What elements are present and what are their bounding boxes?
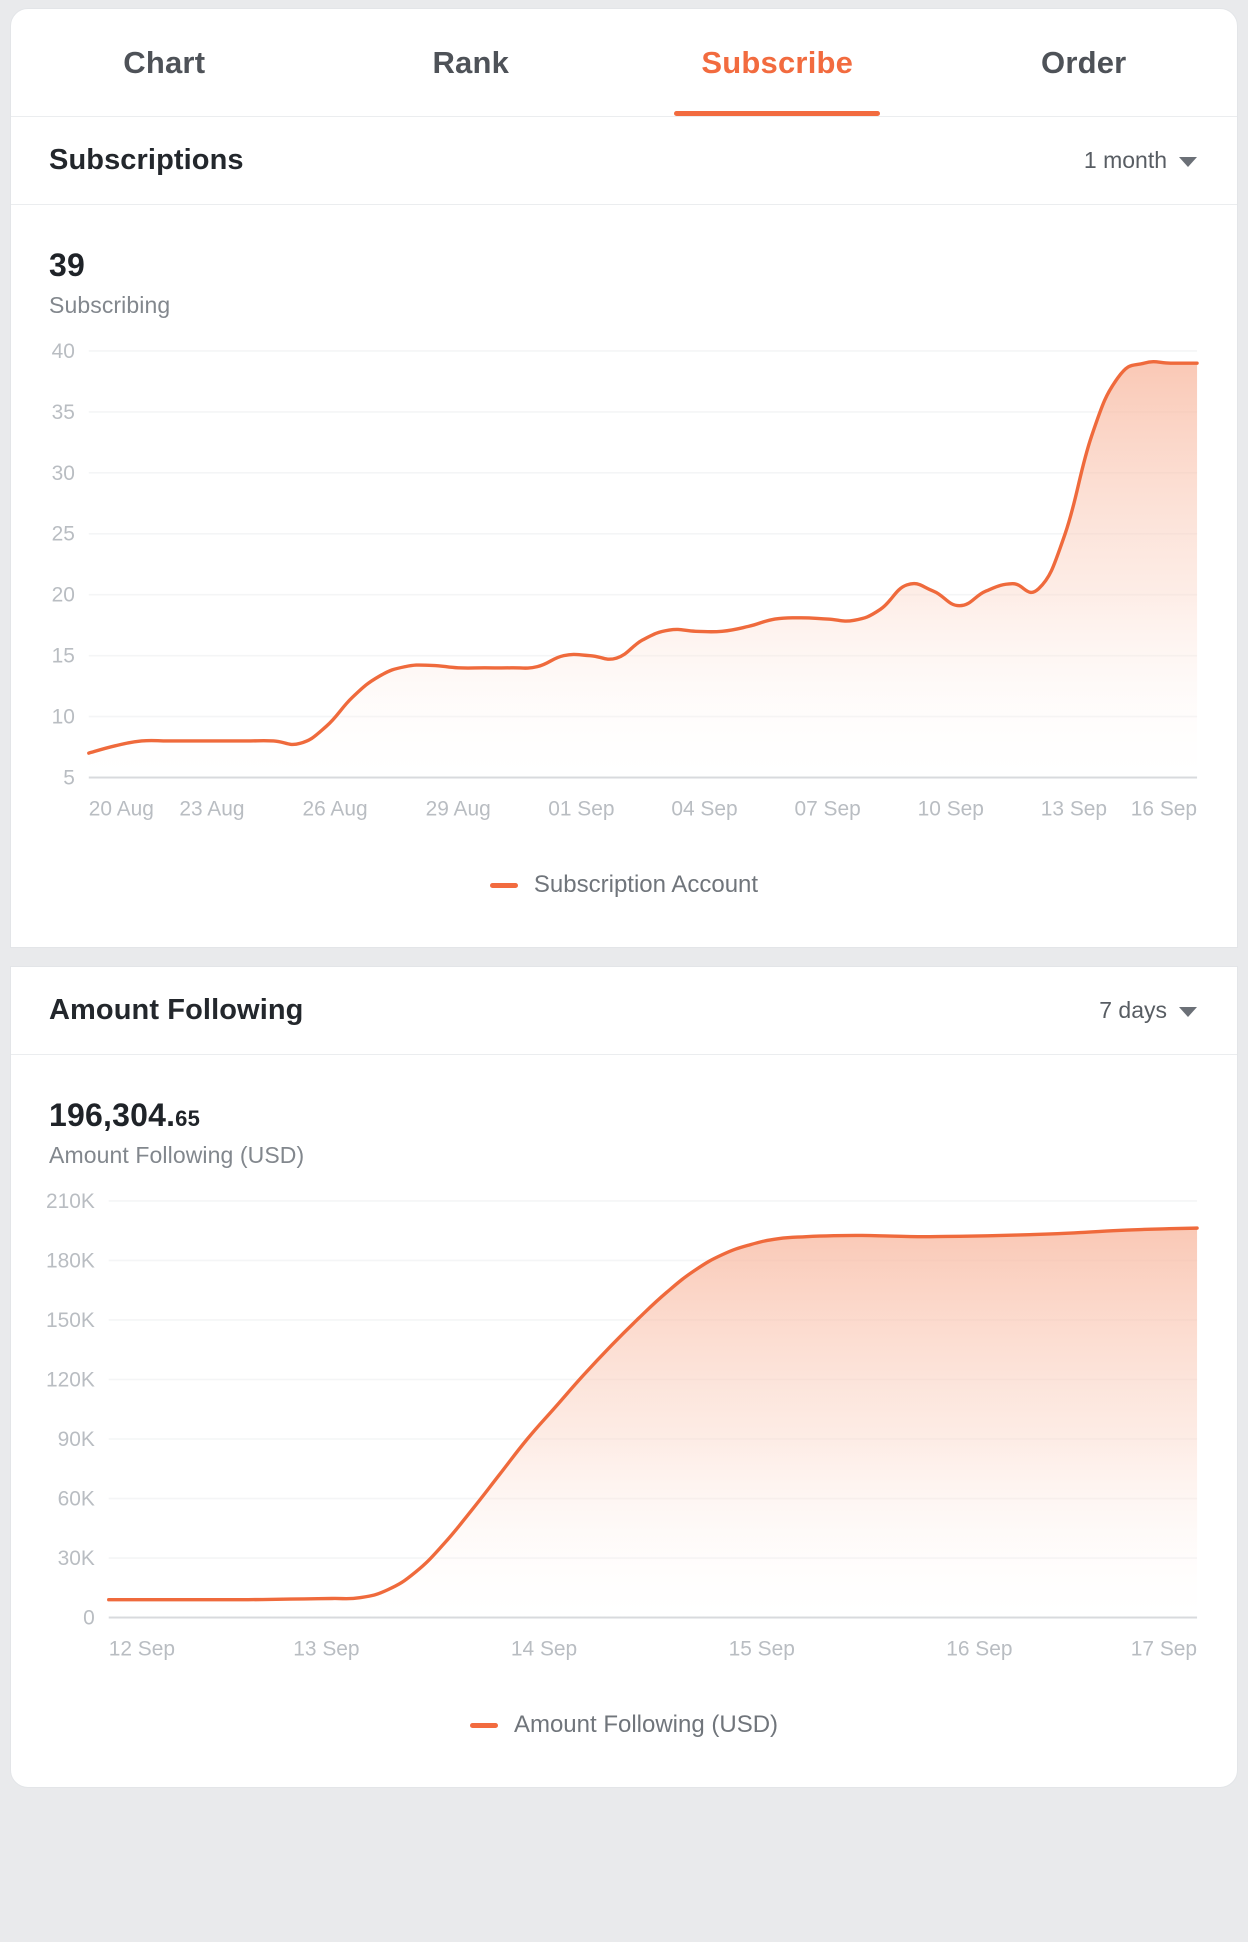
amount-following-stat-label: Amount Following (USD) [49, 1141, 305, 1168]
svg-text:16 Sep: 16 Sep [946, 1637, 1012, 1660]
amount-following-range-label: 7 days [1099, 997, 1167, 1024]
svg-text:10: 10 [52, 705, 75, 728]
amount-following-range-selector[interactable]: 7 days [1099, 997, 1197, 1024]
subscriptions-chart-svg: 5 10 15 20 25 30 35 40 20 Aug 23 Aug 26 Aug 29 Aug 0… [52, 340, 1199, 820]
legend-line-icon [469, 1722, 498, 1728]
svg-text:13 Sep: 13 Sep [293, 1637, 359, 1660]
tab-subscribe[interactable]: Subscribe [624, 9, 931, 116]
chevron-down-icon [1179, 157, 1197, 167]
amount-following-legend[interactable]: Amount Following (USD) [11, 1677, 1237, 1787]
tab-rank-label: Rank [432, 44, 510, 80]
svg-text:20 Aug: 20 Aug [89, 797, 154, 820]
svg-text:23 Aug: 23 Aug [179, 797, 244, 820]
tab-chart[interactable]: Chart [11, 9, 318, 116]
legend-line-icon [489, 882, 518, 888]
subscriptions-stat-number: 39 [49, 247, 85, 283]
amount-following-title: Amount Following [49, 994, 304, 1027]
svg-text:17 Sep: 17 Sep [1131, 1637, 1197, 1660]
amount-following-stat-value: 196,304.65 [49, 1097, 1237, 1134]
svg-text:26 Aug: 26 Aug [303, 797, 368, 820]
subscribe-page: Chart Rank Subscribe Order Subscriptions… [0, 8, 1248, 1942]
subscriptions-stat-value: 39 [49, 247, 1237, 284]
amount-following-card: Amount Following 7 days 196,304.65 Amoun… [10, 966, 1238, 1789]
amount-following-stat-number: 196,304. [49, 1097, 176, 1134]
svg-text:120K: 120K [46, 1368, 95, 1391]
subscriptions-card: Chart Rank Subscribe Order Subscriptions… [10, 8, 1238, 949]
amount-following-stat: 196,304.65 Amount Following (USD) [11, 1055, 1237, 1175]
amount-following-header: Amount Following 7 days [11, 967, 1237, 1056]
svg-text:12 Sep: 12 Sep [109, 1637, 175, 1660]
svg-text:90K: 90K [58, 1428, 95, 1451]
svg-text:0: 0 [83, 1606, 95, 1629]
svg-text:15 Sep: 15 Sep [729, 1637, 795, 1660]
amount-following-legend-label: Amount Following (USD) [513, 1711, 779, 1739]
amount-following-chart[interactable]: 0 30K 60K 90K 120K 150K 180K 210K 12 Sep 13 Sep 14… [11, 1175, 1237, 1677]
svg-text:29 Aug: 29 Aug [426, 797, 491, 820]
svg-text:01 Sep: 01 Sep [548, 797, 614, 820]
amount-following-stat-fraction: 65 [175, 1106, 201, 1132]
svg-text:13 Sep: 13 Sep [1041, 797, 1107, 820]
svg-text:40: 40 [52, 340, 75, 363]
svg-text:25: 25 [52, 523, 75, 546]
subscriptions-chart[interactable]: 5 10 15 20 25 30 35 40 20 Aug 23 Aug 26 Aug 29 Aug 0… [11, 325, 1237, 837]
subscriptions-legend[interactable]: Subscription Account [11, 837, 1237, 947]
svg-text:15: 15 [52, 644, 75, 667]
svg-text:30K: 30K [58, 1547, 95, 1570]
svg-text:35: 35 [52, 401, 75, 424]
svg-text:210K: 210K [46, 1190, 95, 1213]
subscriptions-range-selector[interactable]: 1 month [1084, 147, 1197, 174]
svg-text:20: 20 [52, 583, 75, 606]
chevron-down-icon [1179, 1007, 1197, 1018]
svg-text:14 Sep: 14 Sep [511, 1637, 577, 1660]
tab-order-label: Order [1041, 44, 1127, 80]
svg-text:04 Sep: 04 Sep [671, 797, 737, 820]
svg-text:150K: 150K [46, 1309, 95, 1332]
subscriptions-range-label: 1 month [1083, 147, 1167, 173]
subscriptions-legend-label: Subscription Account [533, 871, 759, 899]
amount-following-chart-svg: 0 30K 60K 90K 120K 150K 180K 210K 12 Sep 13 Sep 14… [46, 1190, 1199, 1660]
card-divider [0, 948, 1248, 967]
svg-text:5: 5 [63, 766, 75, 789]
svg-text:16 Sep: 16 Sep [1131, 797, 1197, 820]
svg-text:30: 30 [52, 462, 75, 485]
tab-order[interactable]: Order [931, 9, 1238, 116]
tab-chart-label: Chart [123, 44, 206, 80]
subscriptions-stat-label: Subscribing [49, 291, 171, 318]
tab-rank[interactable]: Rank [318, 9, 625, 116]
svg-text:180K: 180K [46, 1249, 95, 1272]
subscriptions-header: Subscriptions 1 month [11, 117, 1237, 205]
svg-text:07 Sep: 07 Sep [794, 797, 860, 820]
tab-bar: Chart Rank Subscribe Order [11, 9, 1237, 117]
subscriptions-title: Subscriptions [49, 144, 244, 176]
tab-subscribe-label: Subscribe [701, 44, 854, 80]
subscriptions-stat: 39 Subscribing [11, 205, 1237, 325]
svg-text:10 Sep: 10 Sep [918, 797, 984, 820]
svg-text:60K: 60K [58, 1487, 95, 1510]
